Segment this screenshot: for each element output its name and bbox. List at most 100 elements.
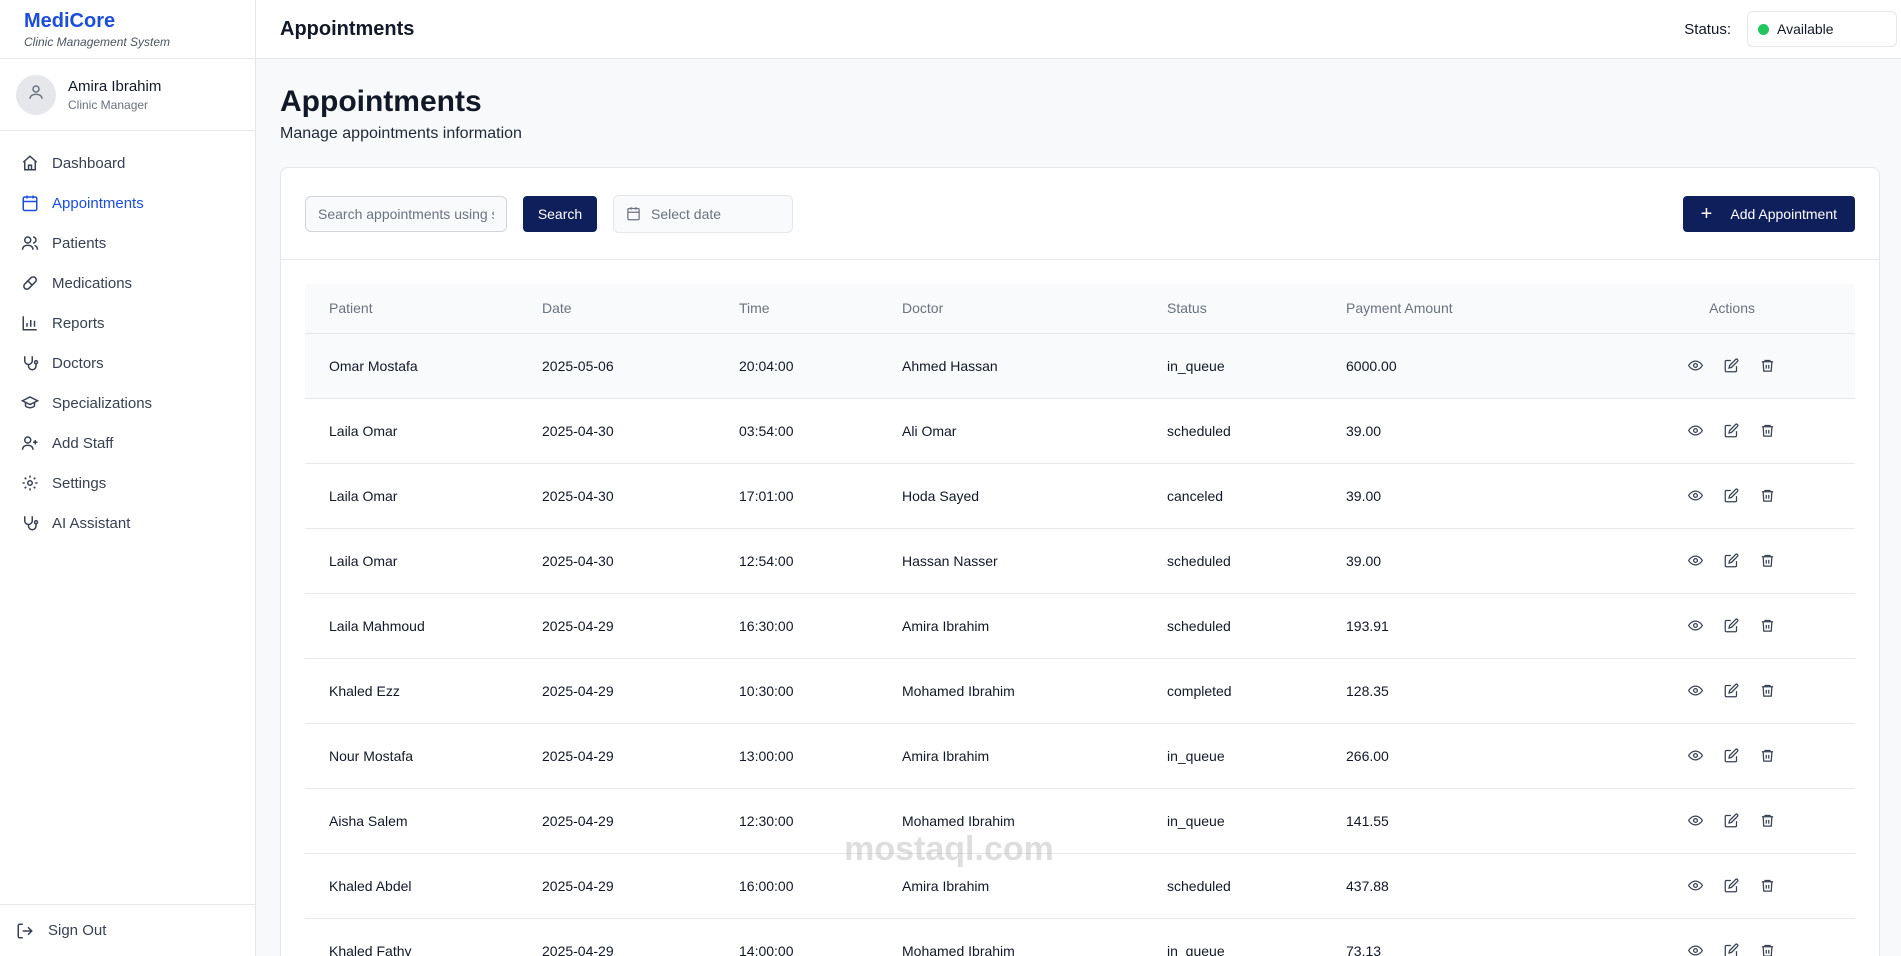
delete-icon[interactable]: [1759, 748, 1775, 764]
header-title: Appointments: [280, 17, 415, 40]
edit-icon[interactable]: [1723, 943, 1739, 956]
brand: MediCore Clinic Management System: [0, 0, 255, 59]
edit-icon[interactable]: [1723, 813, 1739, 829]
delete-icon[interactable]: [1759, 488, 1775, 504]
sidebar-item-doctors[interactable]: Doctors: [0, 343, 255, 383]
view-icon[interactable]: [1687, 618, 1703, 634]
cell-time: 16:30:00: [739, 617, 794, 634]
add-appointment-button[interactable]: + Add Appointment: [1682, 195, 1855, 232]
view-icon[interactable]: [1687, 683, 1703, 699]
cell-patient: Laila Omar: [329, 422, 398, 439]
view-icon[interactable]: [1687, 358, 1703, 374]
cell-status: completed: [1167, 682, 1232, 699]
cell-payment: 193.91: [1346, 617, 1389, 634]
sidebar-item-settings[interactable]: Settings: [0, 463, 255, 503]
sidebar-item-label: Doctors: [52, 354, 104, 372]
cell-doctor: Mohamed Ibrahim: [902, 812, 1015, 829]
sidebar-item-medications[interactable]: Medications: [0, 263, 255, 303]
sidebar-item-appointments[interactable]: Appointments: [0, 183, 255, 223]
view-icon[interactable]: [1687, 943, 1703, 956]
header-payment: Payment Amount: [1346, 300, 1453, 317]
sidebar-item-label: Medications: [52, 274, 133, 292]
cell-payment: 128.35: [1346, 682, 1389, 699]
edit-icon[interactable]: [1723, 748, 1739, 764]
table-row: Laila Omar 2025-04-30 12:54:00 Hassan Nasse…: [305, 528, 1855, 593]
cell-time: 14:00:00: [739, 942, 794, 956]
cell-time: 20:04:00: [739, 357, 794, 374]
table-row: Khaled Fathy 2025-04-29 14:00:00 Mohamed Ib…: [305, 918, 1855, 956]
top-bar: Appointments Status: Available: [256, 0, 1901, 59]
gear-icon: [20, 473, 40, 493]
edit-icon[interactable]: [1723, 618, 1739, 634]
cell-payment: 437.88: [1346, 877, 1389, 894]
sidebar-item-label: Specializations: [52, 394, 153, 412]
view-icon[interactable]: [1687, 488, 1703, 504]
sidebar-item-label: Settings: [52, 474, 107, 492]
users-icon: [20, 233, 40, 253]
sidebar-item-ai-assistant[interactable]: AI Assistant: [0, 503, 255, 543]
table-header-row: Patient Date Time Doctor Status Payment …: [305, 284, 1855, 333]
cell-date: 2025-04-30: [542, 552, 614, 569]
plus-icon: +: [1700, 202, 1713, 225]
sidebar-item-specializations[interactable]: Specializations: [0, 383, 255, 423]
cell-patient: Omar Mostafa: [329, 357, 418, 374]
delete-icon[interactable]: [1759, 618, 1775, 634]
header-time: Time: [739, 300, 770, 317]
edit-icon[interactable]: [1723, 553, 1739, 569]
brand-subtitle: Clinic Management System: [24, 35, 171, 49]
table-row: Nour Mostafa 2025-04-29 13:00:00 Amira Ibra…: [305, 723, 1855, 788]
sidebar-item-label: Add Staff: [52, 434, 114, 452]
delete-icon[interactable]: [1759, 943, 1775, 956]
delete-icon[interactable]: [1759, 813, 1775, 829]
cell-actions: [1566, 398, 1855, 463]
table-row: Laila Omar 2025-04-30 17:01:00 Hoda Sayed ca…: [305, 463, 1855, 528]
view-icon[interactable]: [1687, 813, 1703, 829]
cell-doctor: Mohamed Ibrahim: [902, 682, 1015, 699]
sidebar-item-label: Reports: [52, 314, 105, 332]
sidebar-item-patients[interactable]: Patients: [0, 223, 255, 263]
edit-icon[interactable]: [1723, 423, 1739, 439]
cell-status: scheduled: [1167, 552, 1231, 569]
add-appointment-label: Add Appointment: [1730, 205, 1837, 222]
status-select[interactable]: Available: [1747, 11, 1897, 47]
cell-patient: Aisha Salem: [329, 812, 408, 829]
cell-actions: [1566, 593, 1855, 658]
brand-name: MediCore: [24, 10, 116, 32]
sidebar-item-dashboard[interactable]: Dashboard: [0, 143, 255, 183]
cell-status: in_queue: [1167, 357, 1225, 374]
sidebar-item-add-staff[interactable]: Add Staff: [0, 423, 255, 463]
delete-icon[interactable]: [1759, 423, 1775, 439]
delete-icon[interactable]: [1759, 553, 1775, 569]
date-picker[interactable]: Select date: [613, 194, 793, 233]
delete-icon[interactable]: [1759, 878, 1775, 894]
delete-icon[interactable]: [1759, 683, 1775, 699]
sidebar-item-reports[interactable]: Reports: [0, 303, 255, 343]
edit-icon[interactable]: [1723, 683, 1739, 699]
cell-patient: Khaled Fathy: [329, 942, 412, 956]
view-icon[interactable]: [1687, 423, 1703, 439]
view-icon[interactable]: [1687, 748, 1703, 764]
delete-icon[interactable]: [1759, 358, 1775, 374]
edit-icon[interactable]: [1723, 488, 1739, 504]
sign-out-button[interactable]: Sign Out: [0, 904, 255, 956]
header-actions: Actions: [1709, 300, 1755, 317]
search-input[interactable]: [305, 195, 507, 232]
cell-doctor: Hassan Nasser: [902, 552, 998, 569]
cell-status: scheduled: [1167, 617, 1231, 634]
search-button[interactable]: Search: [523, 195, 597, 232]
view-icon[interactable]: [1687, 553, 1703, 569]
view-icon[interactable]: [1687, 878, 1703, 894]
sidebar-item-label: AI Assistant: [52, 514, 131, 532]
table-row: Laila Omar 2025-04-30 03:54:00 Ali Omar sche…: [305, 398, 1855, 463]
edit-icon[interactable]: [1723, 358, 1739, 374]
table-row: Khaled Abdel 2025-04-29 16:00:00 Amira Ibra…: [305, 853, 1855, 918]
calendar-icon: [20, 193, 40, 213]
edit-icon[interactable]: [1723, 878, 1739, 894]
user-plus-icon: [20, 433, 40, 453]
stethoscope-icon: [20, 513, 40, 533]
calendar-icon: [626, 206, 641, 221]
status-dot: [1758, 23, 1769, 35]
cell-patient: Nour Mostafa: [329, 747, 414, 764]
status-label: Status:: [1684, 20, 1731, 38]
cell-date: 2025-04-29: [542, 747, 614, 764]
